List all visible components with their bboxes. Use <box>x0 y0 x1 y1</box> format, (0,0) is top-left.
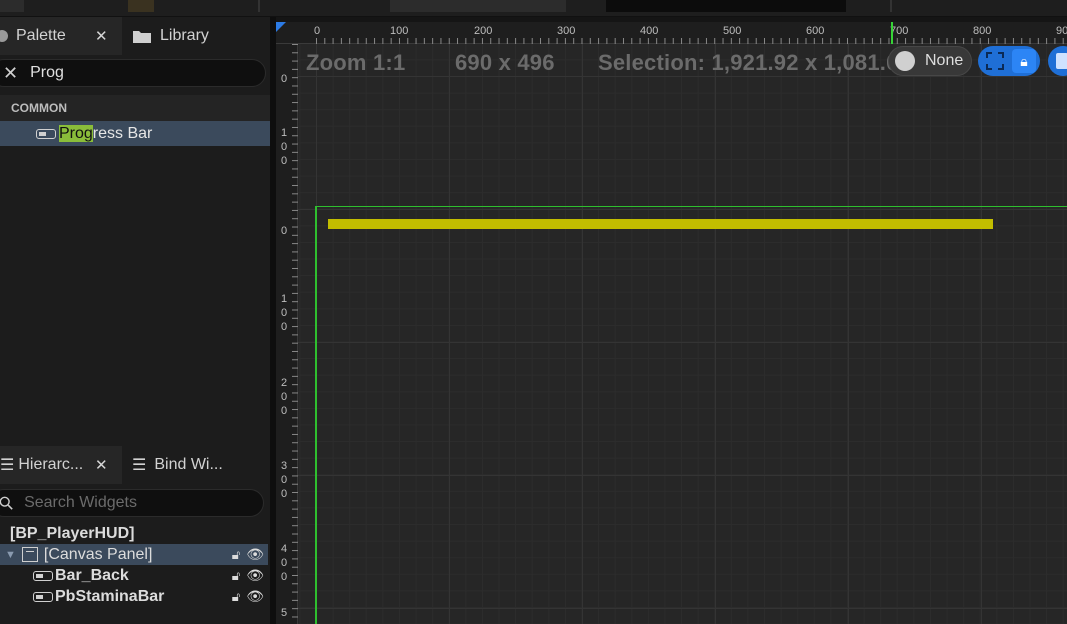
ruler-ticks <box>316 38 1067 44</box>
close-icon[interactable]: ✕ <box>95 456 108 474</box>
progress-bar-icon <box>33 591 53 602</box>
canvas-panel-icon <box>21 547 38 562</box>
expand-arrow-icon[interactable]: ▼ <box>5 549 16 561</box>
search-input[interactable] <box>30 64 265 82</box>
toolbar-button[interactable] <box>0 0 24 12</box>
ruler-label: 0 <box>314 25 321 37</box>
ruler-label: 90 <box>1056 25 1067 37</box>
ruler-label: 1 0 0 <box>280 127 288 167</box>
ruler-label: 1 0 0 <box>280 293 288 333</box>
search-icon <box>0 496 13 510</box>
ruler-position-marker <box>891 22 893 44</box>
tree-root[interactable]: [BP_PlayerHUD] <box>0 523 268 544</box>
lock-icon[interactable]: 🔓︎ <box>232 547 240 563</box>
ruler-label: 3 0 0 <box>280 460 288 500</box>
dpi-mode-button[interactable]: None <box>888 46 972 76</box>
toolbar-button-group[interactable] <box>390 0 566 12</box>
eye-icon[interactable]: 👁︎ <box>246 588 264 605</box>
tree-item-label: Bar_Back <box>55 566 129 584</box>
folder-icon <box>133 31 151 43</box>
ruler-label: 800 <box>973 25 992 37</box>
dpi-mode-label: None <box>925 52 964 69</box>
ruler-label: 5 <box>280 607 288 619</box>
lock-icon[interactable]: 🔓︎ <box>232 589 240 605</box>
ruler-corner <box>276 22 286 32</box>
tree-root-label: [BP_PlayerHUD] <box>10 524 135 542</box>
search-input[interactable] <box>24 494 263 512</box>
ruler-label: 500 <box>723 25 742 37</box>
clear-icon[interactable]: ✕ <box>3 63 18 84</box>
ruler-label: 0 <box>280 73 288 85</box>
palette-item-progress-bar[interactable]: Progress Bar <box>0 121 270 146</box>
progress-bar-icon <box>36 128 56 139</box>
tab-label: Hierarc... <box>18 456 84 473</box>
toolbar-button[interactable] <box>128 0 154 12</box>
tree-item-canvas-panel[interactable]: ▼ [Canvas Panel] 🔓︎ 👁︎ <box>0 544 268 565</box>
item-label: Progress Bar <box>59 124 153 143</box>
ruler-label: 0 <box>280 225 288 237</box>
progress-bar-icon <box>33 570 53 581</box>
list-icon: ☰ <box>132 457 147 474</box>
category-label: COMMON <box>11 101 67 115</box>
toolbar-divider <box>890 0 892 12</box>
item-label-rest: ress Bar <box>92 124 153 142</box>
tree-item-bar-back[interactable]: Bar_Back 🔓︎ 👁︎ <box>0 565 268 586</box>
ruler-label: 100 <box>390 25 409 37</box>
lock-icon[interactable]: 🔒︎ <box>1012 49 1036 73</box>
marquee-icon[interactable] <box>986 52 1004 70</box>
zoom-label: Zoom 1:1 <box>306 50 406 75</box>
panel-icon <box>1056 53 1067 69</box>
close-icon[interactable]: ✕ <box>95 27 108 45</box>
toggle-group-button[interactable]: 🔒︎ <box>978 46 1040 76</box>
selection-label: Selection: 1,921.92 x 1,081.08 <box>598 50 911 75</box>
tab-hierarchy[interactable]: ☰ Hierarc... ✕ <box>0 446 122 484</box>
ruler-label: 4 0 0 <box>280 543 288 583</box>
list-icon: ☰ <box>0 457 15 474</box>
tree-item-label: PbStaminaBar <box>55 587 165 605</box>
eye-icon[interactable]: 👁︎ <box>246 567 264 584</box>
top-toolbar <box>0 0 1067 17</box>
toolbar-field[interactable] <box>606 0 846 12</box>
progress-bar-widget[interactable] <box>328 219 993 229</box>
ruler-label: 2 0 0 <box>280 377 288 417</box>
designer-viewport[interactable]: 0 100 200 300 400 500 600 700 800 90 0 1… <box>276 22 1067 624</box>
tab-palette[interactable]: Palette ✕ <box>0 17 122 55</box>
palette-icon <box>0 30 8 42</box>
globe-icon <box>895 51 915 71</box>
canvas-selection-outline[interactable] <box>315 206 1067 624</box>
ruler-label: 300 <box>557 25 576 37</box>
ruler-label: 200 <box>474 25 493 37</box>
toolbar-divider <box>258 0 260 12</box>
eye-icon[interactable]: 👁︎ <box>246 546 264 563</box>
tab-library[interactable]: Library <box>128 17 268 55</box>
search-highlight: Prog <box>59 124 93 142</box>
tree-item-pbstaminabar[interactable]: PbStaminaBar 🔓︎ 👁︎ <box>0 586 268 607</box>
category-header[interactable]: COMMON <box>0 95 270 121</box>
left-panel: Palette ✕ Library ✕ COMMON Progress Bar … <box>0 17 270 624</box>
tab-label: Library <box>160 27 209 44</box>
toggle-button[interactable] <box>1048 46 1067 76</box>
ruler-ticks <box>292 44 298 624</box>
palette-search[interactable]: ✕ <box>0 59 266 87</box>
tab-label: Palette <box>16 27 66 44</box>
lock-icon[interactable]: 🔓︎ <box>232 568 240 584</box>
hierarchy-search[interactable] <box>0 489 264 517</box>
ruler-label: 600 <box>806 25 825 37</box>
ruler-horizontal: 0 100 200 300 400 500 600 700 800 90 <box>276 22 1067 44</box>
size-label: 690 x 496 <box>455 50 555 75</box>
selection-outline-solid <box>315 206 1067 624</box>
tree-item-label: [Canvas Panel] <box>43 545 153 563</box>
tab-bind-widgets[interactable]: ☰ Bind Wi... <box>128 446 268 484</box>
ruler-label: 400 <box>640 25 659 37</box>
ruler-vertical: 0 1 0 0 0 1 0 0 2 0 0 3 0 0 4 0 0 5 <box>276 44 298 624</box>
tab-label: Bind Wi... <box>154 456 223 473</box>
